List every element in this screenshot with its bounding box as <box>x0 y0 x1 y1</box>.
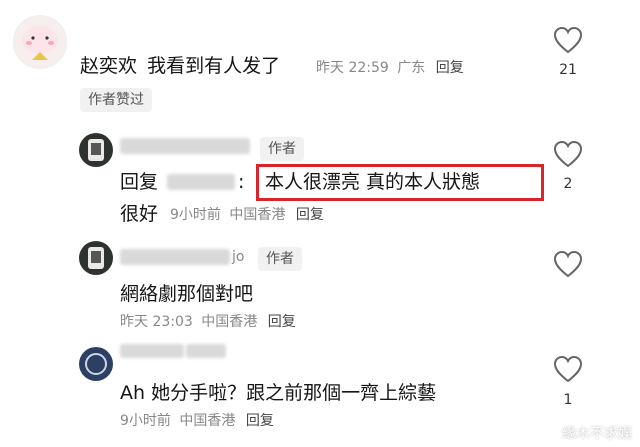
comment-time: 昨天 22:59 <box>316 60 389 76</box>
comment-location: 广东 <box>397 60 426 76</box>
comment-time: 9小时前 <box>120 413 171 429</box>
author-tag: 作者 <box>260 137 304 161</box>
blurred-reply-target <box>167 174 235 190</box>
like-count: 2 <box>563 176 573 192</box>
reply-button[interactable]: 回复 <box>246 413 274 429</box>
avatar[interactable] <box>13 15 67 69</box>
watermark: 缘木不求娱 <box>562 426 632 442</box>
comment-meta: 9小时前 中国香港 回复 <box>170 206 324 224</box>
comment-body: 我看到有人发了 <box>147 55 281 77</box>
reply-colon: : <box>238 171 245 193</box>
author-liked-badge: 作者赞过 <box>80 88 152 112</box>
comment-time: 9小时前 <box>170 207 221 223</box>
comment-time: 昨天 23:03 <box>120 314 193 330</box>
reply-button[interactable]: 回复 <box>436 60 464 76</box>
avatar[interactable] <box>79 347 113 381</box>
blurred-username <box>120 138 250 154</box>
blurred-username <box>186 344 226 358</box>
comment-text: 赵奕欢 我看到有人发了 <box>80 54 280 78</box>
username-suffix: jo <box>232 249 245 265</box>
comment-author[interactable]: 赵奕欢 <box>80 55 137 77</box>
comment-body: 網絡劇那個對吧 <box>120 283 254 305</box>
blurred-username <box>120 344 184 358</box>
comment-location: 中国香港 <box>229 207 286 223</box>
comment-meta: 昨天 22:59 广东 回复 <box>316 59 464 77</box>
comment-meta: 9小时前 中国香港 回复 <box>120 412 274 430</box>
reply-prefix: 回复 <box>120 171 159 193</box>
like-count: 1 <box>563 392 573 408</box>
heart-icon[interactable] <box>553 140 583 172</box>
author-tag: 作者 <box>258 247 302 271</box>
comment-body: Ah 她分手啦？跟之前那個一齊上綜藝 <box>120 382 437 404</box>
heart-icon[interactable] <box>553 250 583 282</box>
comment-location: 中国香港 <box>201 314 258 330</box>
comment-meta: 昨天 23:03 中国香港 回复 <box>120 313 296 331</box>
comment-body: 很好 <box>120 203 159 225</box>
avatar[interactable] <box>79 241 113 275</box>
blurred-username <box>120 249 230 265</box>
reply-button[interactable]: 回复 <box>268 314 296 330</box>
heart-icon[interactable] <box>553 355 583 387</box>
avatar[interactable] <box>79 133 113 167</box>
heart-icon[interactable] <box>553 26 583 58</box>
like-count: 21 <box>559 62 577 78</box>
comment-location: 中国香港 <box>179 413 236 429</box>
highlight-box <box>256 164 544 201</box>
reply-button[interactable]: 回复 <box>296 207 324 223</box>
